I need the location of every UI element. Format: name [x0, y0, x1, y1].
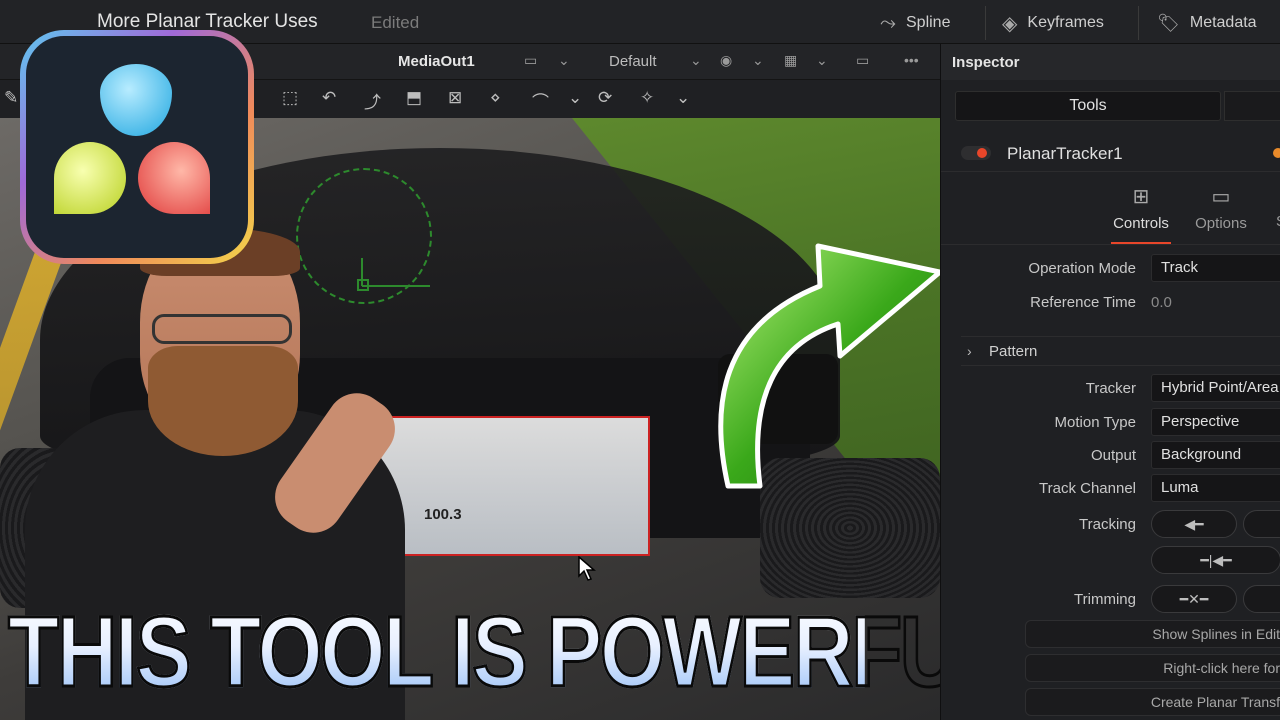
viewer-layout-icon[interactable]: ▭	[524, 52, 537, 69]
reference-time-value[interactable]: 0.0	[1151, 294, 1172, 311]
chevron-right-icon: ›	[967, 343, 972, 359]
chevron-down-icon[interactable]: ⌄	[752, 52, 764, 69]
tracking-label: Tracking	[1079, 516, 1136, 533]
pattern-section[interactable]: › Pattern	[961, 336, 1280, 366]
tracker-crosshair-icon	[357, 258, 430, 291]
tab-modifiers[interactable]	[1224, 91, 1280, 121]
divider	[941, 244, 1280, 245]
node-header[interactable]: PlanarTracker1	[941, 136, 1280, 172]
output-label: Output	[1090, 447, 1136, 464]
reduce-points-icon[interactable]: ⋄	[490, 88, 501, 108]
person-glasses	[152, 314, 292, 344]
transform-icon[interactable]: ⬒	[406, 88, 422, 108]
grid-icon[interactable]: ▦	[784, 52, 797, 69]
operation-mode-label: Operation Mode	[1028, 260, 1136, 277]
curve-icon[interactable]: ⌒	[532, 88, 549, 113]
motion-type-label: Motion Type	[1054, 414, 1136, 431]
undo-point-icon[interactable]: ↶	[322, 88, 336, 108]
keyframes-button[interactable]: ◈ Keyframes	[1002, 8, 1104, 38]
lut-select[interactable]: Default	[609, 53, 657, 70]
chevron-down-icon[interactable]: ⌄	[676, 88, 690, 108]
reference-time-label: Reference Time	[1030, 294, 1136, 311]
tracker-label: Tracker	[1085, 380, 1136, 397]
spline-icon: ⤳	[880, 11, 896, 34]
inspector-header: Inspector	[941, 44, 1280, 80]
tab-controls[interactable]: ⊞ Controls	[1111, 184, 1171, 232]
trimming-label: Trimming	[1074, 591, 1136, 608]
trim-clear-icon: ━✕━	[1179, 591, 1209, 607]
metadata-button[interactable]: 🏷 Metadata	[1157, 8, 1257, 38]
trim-button[interactable]	[1243, 585, 1280, 613]
titlebar-divider	[1138, 6, 1139, 40]
track-backward-icon: ◀━	[1184, 516, 1204, 532]
tab-tools[interactable]: Tools	[955, 91, 1221, 121]
tab-options[interactable]: ▭ Options	[1191, 184, 1251, 232]
track-to-start-button[interactable]: ━|◀━	[1151, 546, 1280, 574]
tracker-widget[interactable]	[296, 168, 432, 304]
chevron-down-icon[interactable]: ⌄	[816, 52, 828, 69]
track-backward-frame-button[interactable]	[1243, 510, 1280, 538]
keyframes-label: Keyframes	[1027, 14, 1104, 31]
thumbnail-caption: THIS TOOL IS POWERFUL!	[7, 592, 1036, 712]
metadata-icon: 🏷	[1157, 12, 1180, 33]
mouse-cursor-icon	[578, 556, 596, 581]
davinci-resolve-logo	[20, 30, 254, 264]
person-beard	[148, 346, 298, 456]
show-splines-button[interactable]: Show Splines in Edit	[1025, 620, 1280, 648]
node-color-dot[interactable]	[1273, 148, 1280, 158]
chevron-down-icon[interactable]: ⌄	[558, 52, 570, 69]
create-planar-transform-button[interactable]: Create Planar Transf	[1025, 688, 1280, 716]
settings-icon	[1271, 184, 1280, 207]
node-name: PlanarTracker1	[1007, 144, 1123, 163]
trim-clear-button[interactable]: ━✕━	[1151, 585, 1237, 613]
color-channel-icon[interactable]: ◉	[720, 52, 732, 69]
magic-wand-icon[interactable]: ✧	[640, 88, 654, 108]
node-status-dot	[977, 148, 987, 158]
pen-icon[interactable]: ✎	[4, 88, 18, 108]
operation-mode-select[interactable]: Track	[1151, 254, 1280, 282]
node-enable-toggle[interactable]	[961, 146, 991, 160]
logo-background	[26, 36, 248, 258]
controls-icon: ⊞	[1132, 186, 1150, 208]
logo-yellow-petal	[54, 142, 126, 214]
radio-frequency-readout: 100.3	[424, 506, 462, 523]
keyframes-icon: ◈	[1002, 12, 1018, 35]
tab-settings[interactable]: S	[1271, 184, 1280, 230]
output-select[interactable]: Background	[1151, 441, 1280, 469]
track-to-start-icon: ━|◀━	[1200, 552, 1232, 568]
metadata-label: Metadata	[1189, 14, 1257, 31]
track-channel-select[interactable]: Luma	[1151, 474, 1280, 502]
motion-type-select[interactable]: Perspective	[1151, 408, 1280, 436]
tab-controls-label: Controls	[1113, 215, 1169, 232]
track-channel-label: Track Channel	[1039, 480, 1136, 497]
bezier-icon[interactable]: ⤴	[364, 88, 381, 113]
more-options-icon[interactable]: •••	[904, 52, 919, 68]
chevron-down-icon[interactable]: ⌄	[568, 88, 582, 108]
select-rect-icon[interactable]: ⬚	[282, 88, 298, 108]
spline-button[interactable]: ⤳ Spline	[880, 8, 950, 38]
logo-red-petal	[138, 142, 210, 214]
green-arrow-icon	[718, 243, 940, 489]
viewer-window-icon[interactable]: ▭	[856, 52, 869, 69]
pattern-label: Pattern	[989, 343, 1038, 360]
path-icon[interactable]: ⟳	[598, 88, 612, 108]
tab-options-label: Options	[1195, 215, 1247, 232]
viewer-name[interactable]: MediaOut1	[398, 53, 475, 70]
spline-label: Spline	[906, 14, 951, 31]
delete-point-icon[interactable]: ⊠	[448, 88, 462, 108]
track-backward-button[interactable]: ◀━	[1151, 510, 1237, 538]
titlebar-divider	[985, 6, 986, 40]
tracker-select[interactable]: Hybrid Point/Area	[1151, 374, 1280, 402]
logo-blue-petal	[100, 64, 172, 136]
edited-status: Edited	[371, 13, 420, 32]
chevron-down-icon[interactable]: ⌄	[690, 52, 702, 69]
right-click-button[interactable]: Right-click here for	[1025, 654, 1280, 682]
inspector-title: Inspector	[952, 54, 1020, 71]
tab-settings-label: S	[1276, 213, 1280, 230]
options-icon: ▭	[1211, 186, 1231, 208]
inspector-panel: Inspector Tools PlanarTracker1 ⊞ Control…	[940, 44, 1280, 720]
